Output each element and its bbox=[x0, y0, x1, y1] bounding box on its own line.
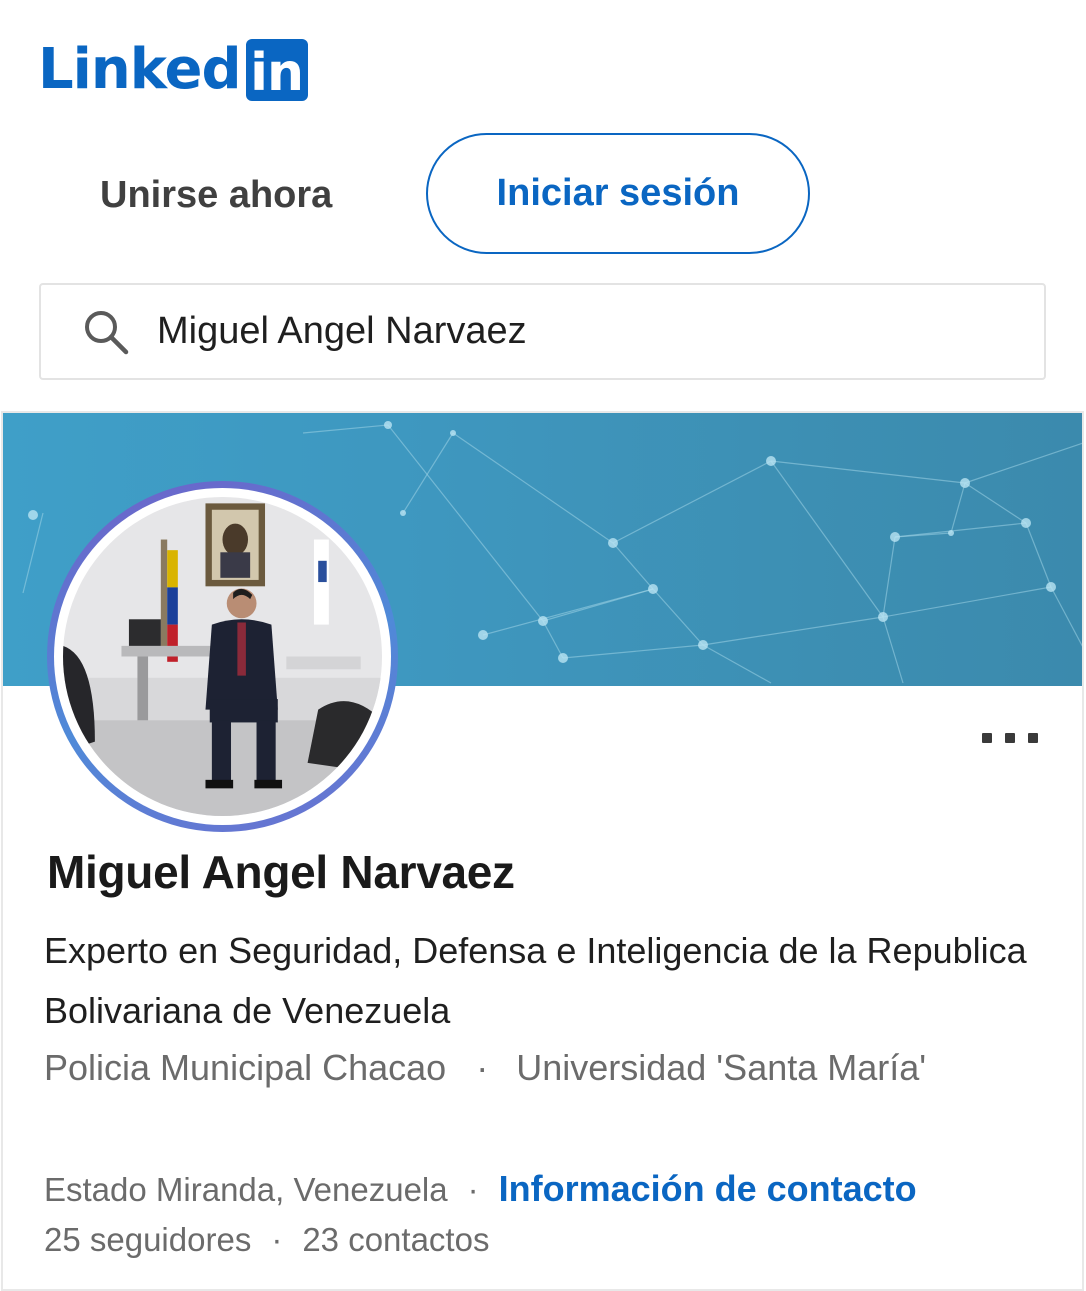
profile-headline: Experto en Seguridad, Defensa e Intelige… bbox=[44, 930, 1027, 1031]
school-link[interactable]: Universidad 'Santa María' bbox=[516, 1047, 926, 1088]
logo-wordmark: Linked bbox=[38, 37, 242, 102]
search-input[interactable] bbox=[155, 309, 979, 354]
network-stats: 25 seguidores · 23 contactos bbox=[44, 1221, 489, 1259]
separator-dot: · bbox=[476, 1047, 489, 1088]
location-row: Estado Miranda, Venezuela · Información de… bbox=[44, 1166, 1064, 1213]
search-icon bbox=[81, 307, 131, 357]
contact-info-link[interactable]: Información de contacto bbox=[499, 1168, 917, 1209]
company-link[interactable]: Policia Municipal Chacao bbox=[44, 1047, 446, 1088]
avatar[interactable] bbox=[47, 481, 398, 832]
followers-count: 25 seguidores bbox=[44, 1221, 252, 1258]
logo-in-box: in bbox=[245, 39, 308, 101]
location-text: Estado Miranda, Venezuela bbox=[44, 1171, 448, 1208]
sign-in-button[interactable]: Iniciar sesión bbox=[426, 133, 810, 254]
separator-dot: · bbox=[467, 1171, 479, 1208]
separator-dot: · bbox=[271, 1221, 283, 1258]
profile-photo bbox=[63, 497, 382, 816]
search-bar[interactable] bbox=[39, 283, 1046, 380]
profile-organizations: Policia Municipal Chacao · Universidad 'Sa… bbox=[44, 1039, 1044, 1097]
connections-count: 23 contactos bbox=[302, 1221, 490, 1258]
profile-name: Miguel Angel Narvaez bbox=[47, 846, 515, 898]
more-options-icon[interactable] bbox=[982, 731, 1038, 745]
linkedin-logo[interactable]: Linked in bbox=[38, 38, 308, 102]
join-now-button[interactable]: Unirse ahora bbox=[100, 165, 332, 225]
profile-card: Miguel Angel Narvaez Experto en Segurida… bbox=[1, 411, 1084, 1291]
